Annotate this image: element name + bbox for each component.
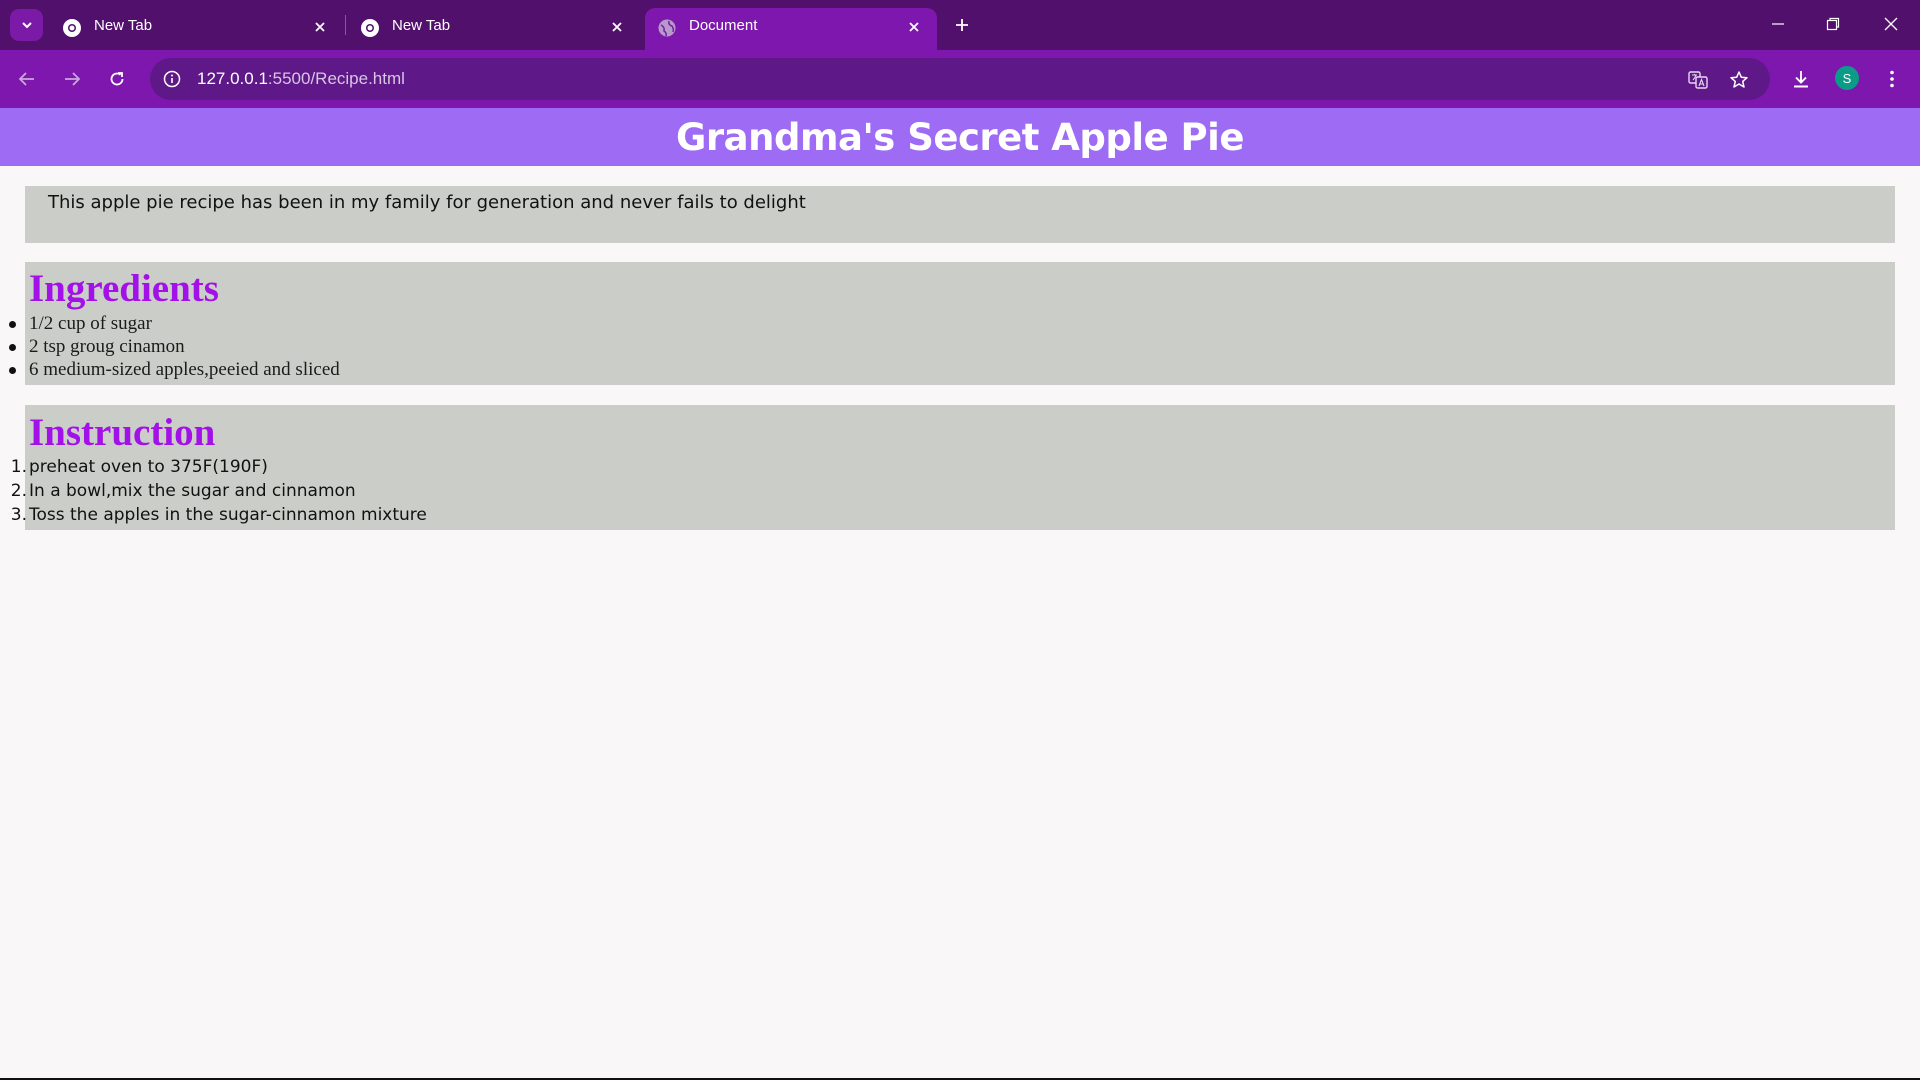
back-button[interactable] (11, 63, 43, 95)
instruction-heading: Instruction (29, 411, 216, 454)
tab-strip: New Tab New Tab Document (0, 0, 1920, 50)
chevron-down-icon (21, 22, 32, 29)
tab-title: Document (689, 17, 758, 34)
tab-document[interactable]: Document (645, 8, 937, 50)
instruction-section: Instruction 1. preheat oven to 375F(190F)… (11, 405, 1895, 530)
download-button[interactable] (1786, 64, 1816, 94)
translate-icon[interactable] (1685, 67, 1711, 93)
address-bar[interactable]: 127.0.0.1:5500/Recipe.html (150, 58, 1770, 100)
step-text: preheat oven to 375F(190F) (29, 457, 268, 477)
plus-icon (956, 19, 968, 31)
chrome-icon (63, 19, 81, 37)
reload-icon (110, 72, 124, 86)
close-icon[interactable] (310, 17, 330, 37)
close-icon[interactable] (607, 17, 627, 37)
minimize-icon (1772, 23, 1784, 25)
globe-icon (658, 19, 676, 37)
tab-new-tab-1[interactable]: New Tab (50, 8, 340, 50)
tab-title: New Tab (392, 17, 451, 34)
step-number: 2. (10, 481, 27, 501)
instruction-list: 1. preheat oven to 375F(190F) 2. In a bowl… (11, 455, 427, 527)
tab-search-button[interactable] (10, 9, 43, 41)
list-item: 1/2 cup of sugar (9, 312, 340, 335)
step-text: In a bowl,mix the sugar and cinnamon (29, 481, 356, 501)
url-text[interactable]: 127.0.0.1:5500/Recipe.html (197, 69, 405, 89)
close-icon (1884, 17, 1898, 31)
list-item: 3. Toss the apples in the sugar-cinnamon … (11, 503, 427, 527)
close-icon[interactable] (904, 17, 924, 37)
tab-title: New Tab (94, 17, 153, 34)
page-title: Grandma's Secret Apple Pie (676, 115, 1244, 159)
list-item: 1. preheat oven to 375F(190F) (11, 455, 427, 479)
arrow-left-icon (18, 72, 34, 86)
restore-icon (1826, 17, 1840, 31)
step-text: Toss the apples in the sugar-cinnamon mi… (29, 505, 427, 525)
profile-avatar[interactable]: S (1835, 66, 1859, 90)
step-number: 1. (10, 457, 27, 477)
forward-button[interactable] (56, 63, 88, 95)
arrow-right-icon (65, 72, 81, 86)
list-item: 6 medium-sized apples,peeied and sliced (9, 359, 340, 380)
close-window-button[interactable] (1871, 8, 1911, 40)
tab-new-tab-2[interactable]: New Tab (348, 8, 638, 50)
more-vertical-icon (1890, 70, 1894, 88)
new-tab-button[interactable] (948, 11, 976, 39)
chrome-icon (361, 19, 379, 37)
url-path: :5500/Recipe.html (267, 69, 405, 88)
reload-button[interactable] (101, 63, 133, 95)
browser-toolbar: 127.0.0.1:5500/Recipe.html (0, 50, 1920, 108)
minimize-button[interactable] (1758, 8, 1798, 40)
list-item: 2 tsp groug cinamon (9, 335, 340, 358)
ingredients-heading: Ingredients (29, 267, 219, 310)
site-info-icon[interactable] (160, 67, 184, 91)
intro-section: This apple pie recipe has been in my fam… (25, 186, 1895, 243)
url-host: 127.0.0.1 (197, 69, 268, 88)
intro-text: This apple pie recipe has been in my fam… (48, 192, 806, 213)
restore-button[interactable] (1813, 8, 1853, 40)
download-icon (1794, 71, 1808, 88)
step-number: 3. (10, 505, 27, 525)
tab-separator (345, 15, 346, 35)
ingredients-list: 1/2 cup of sugar 2 tsp groug cinamon 6 m… (9, 312, 340, 381)
ingredients-section: Ingredients 1/2 cup of sugar 2 tsp groug… (9, 262, 1895, 385)
menu-button[interactable] (1877, 64, 1907, 94)
page-header: Grandma's Secret Apple Pie (0, 108, 1920, 166)
list-item: 2. In a bowl,mix the sugar and cinnamon (11, 479, 427, 503)
bookmark-star-icon[interactable] (1726, 67, 1752, 93)
